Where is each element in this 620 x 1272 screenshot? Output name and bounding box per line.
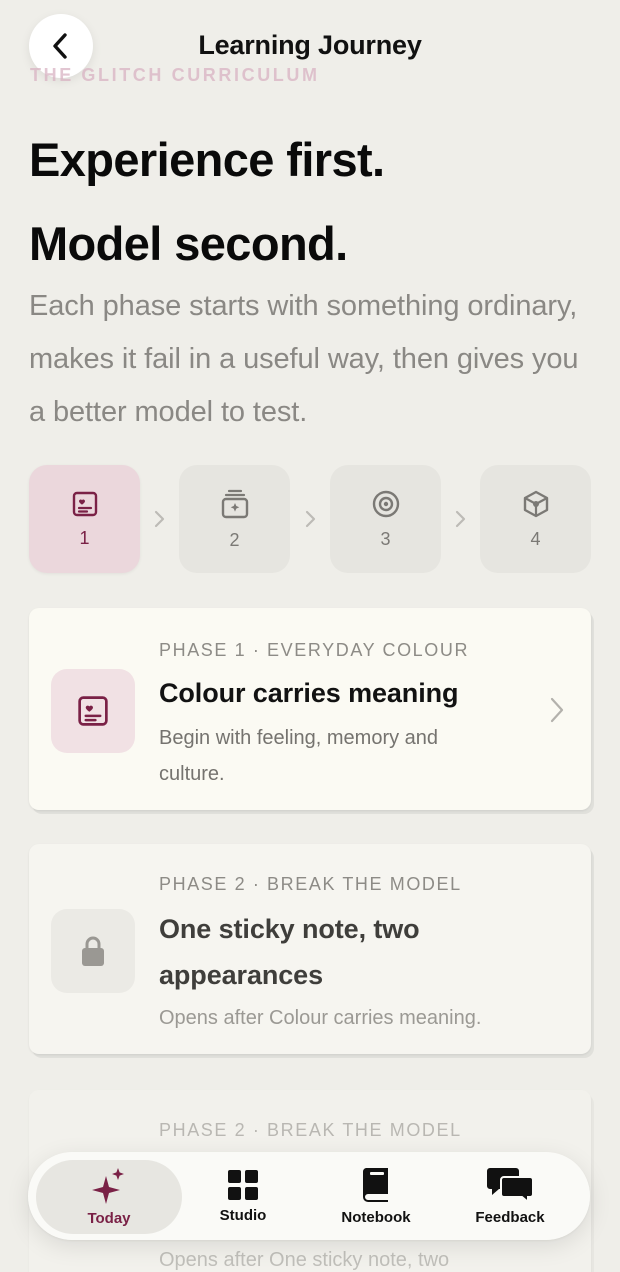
bottom-tab-bar: Today Studio Notebook Feedback <box>28 1152 590 1240</box>
headline-line-1: Experience first. <box>29 133 385 186</box>
page-title: Learning Journey <box>198 30 422 60</box>
tab-label: Today <box>87 1209 131 1227</box>
phase-card-sticky-note[interactable]: PHASE 2 · BREAK THE MODEL One sticky not… <box>29 844 591 1054</box>
card-icon-tile <box>51 669 135 753</box>
card-description: Begin with feeling, memory and culture. <box>159 727 439 785</box>
tab-today[interactable]: Today <box>36 1160 182 1234</box>
cube-icon <box>523 490 548 517</box>
card-icon-tile <box>51 909 135 993</box>
tab-notebook[interactable]: Notebook <box>318 1152 434 1240</box>
intro-text: Each phase starts with something ordinar… <box>29 290 579 428</box>
curriculum-eyebrow: THE GLITCH CURRICULUM <box>30 65 320 85</box>
step-1[interactable]: 1 <box>29 465 140 573</box>
tab-label: Studio <box>219 1206 267 1224</box>
book-icon <box>362 1167 388 1202</box>
heart-card-icon <box>78 696 108 726</box>
tab-label: Feedback <box>475 1208 545 1226</box>
sparkle-icon <box>92 1167 124 1204</box>
phase-label: PHASE 2 · BREAK THE MODEL <box>159 874 462 894</box>
headline: Experience first. Model second. <box>29 118 385 286</box>
tab-label: Notebook <box>341 1208 411 1226</box>
step-number: 4 <box>530 528 541 549</box>
step-2[interactable]: 2 <box>179 465 290 573</box>
step-number: 1 <box>79 527 90 548</box>
chevron-right-icon <box>154 510 165 528</box>
phase-stepper: 1 2 3 4 <box>29 465 591 577</box>
tab-studio[interactable]: Studio <box>188 1152 298 1240</box>
chevron-right-icon <box>550 697 564 723</box>
chevron-right-icon <box>305 510 316 528</box>
card-description: Opens after Colour carries meaning. <box>159 1007 482 1029</box>
eye-icon <box>372 490 399 517</box>
grid-icon <box>228 1169 258 1200</box>
step-number: 3 <box>380 528 391 549</box>
card-description: Opens after One sticky note, two <box>159 1249 450 1271</box>
step-4[interactable]: 4 <box>480 465 591 573</box>
phase-label: PHASE 1 · EVERYDAY COLOUR <box>159 640 470 660</box>
step-3[interactable]: 3 <box>330 465 441 573</box>
phase-card-colour-carries-meaning[interactable]: PHASE 1 · EVERYDAY COLOUR Colour carries… <box>29 608 591 810</box>
chevron-right-icon <box>455 510 466 528</box>
card-title: Colour carries meaning <box>159 678 459 708</box>
heart-card-icon <box>72 491 97 516</box>
card-title: One sticky note, two appearances <box>159 914 420 990</box>
lock-icon <box>82 936 104 966</box>
phase-label: PHASE 2 · BREAK THE MODEL <box>159 1120 462 1140</box>
tab-feedback[interactable]: Feedback <box>448 1152 572 1240</box>
sticky-stack-icon <box>221 489 248 518</box>
headline-line-2: Model second. <box>29 217 348 270</box>
step-number: 2 <box>229 529 240 550</box>
chat-bubbles-icon <box>487 1167 534 1203</box>
